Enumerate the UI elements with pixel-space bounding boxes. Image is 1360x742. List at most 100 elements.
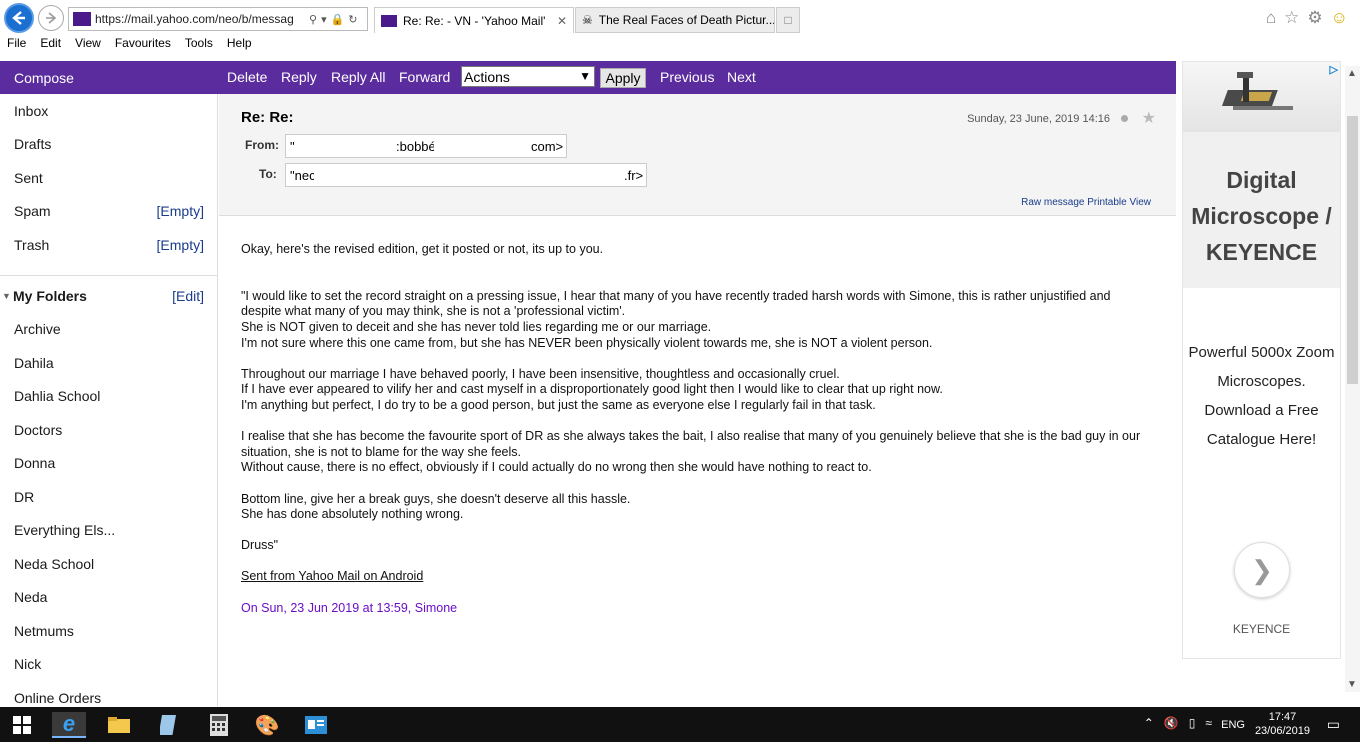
- folder-everything-else[interactable]: Everything Els...: [14, 522, 115, 538]
- menu-edit[interactable]: Edit: [33, 36, 68, 54]
- folder-neda[interactable]: Neda: [14, 589, 47, 605]
- menu-view[interactable]: View: [68, 36, 108, 54]
- menu-favourites[interactable]: Favourites: [108, 36, 178, 54]
- favorites-star-icon[interactable]: ☆: [1284, 8, 1299, 28]
- ad-title[interactable]: Digital Microscope / KEYENCE: [1183, 162, 1340, 270]
- refresh-icon[interactable]: ↻: [348, 13, 357, 26]
- sidebar-item-trash[interactable]: Trash: [14, 237, 49, 253]
- folder-doctors[interactable]: Doctors: [14, 422, 62, 438]
- my-folders-header[interactable]: My Folders: [13, 288, 87, 304]
- page-scrollbar[interactable]: ▲ ▼: [1345, 66, 1360, 692]
- clock[interactable]: 17:47 23/06/2019: [1255, 710, 1310, 738]
- address-bar[interactable]: https://mail.yahoo.com/neo/b/messag ⚲ ▾ …: [68, 7, 368, 31]
- message-header: Re: Re: Sunday, 23 June, 2019 14:16 ★ Fr…: [219, 94, 1176, 216]
- collapse-triangle-icon[interactable]: ▼: [2, 291, 11, 301]
- sidebar-item-inbox[interactable]: Inbox: [14, 103, 48, 119]
- tab-title: The Real Faces of Death Pictur...: [598, 13, 775, 27]
- forward-button[interactable]: [38, 5, 64, 31]
- ad-brand[interactable]: KEYENCE: [1183, 622, 1340, 636]
- reply-button[interactable]: Reply: [281, 69, 317, 85]
- volume-muted-icon[interactable]: 🔇: [1164, 716, 1179, 730]
- folder-netmums[interactable]: Netmums: [14, 623, 74, 639]
- menu-tools[interactable]: Tools: [178, 36, 220, 54]
- empty-spam-link[interactable]: [Empty]: [157, 203, 204, 219]
- delete-button[interactable]: Delete: [227, 69, 267, 85]
- actions-select[interactable]: Actions ▼: [461, 66, 595, 87]
- tab-other[interactable]: ☠ The Real Faces of Death Pictur...: [575, 7, 775, 33]
- edit-folders-link[interactable]: [Edit]: [172, 288, 204, 304]
- read-status-dot-icon[interactable]: [1121, 115, 1128, 122]
- back-button[interactable]: [4, 3, 34, 33]
- previous-button[interactable]: Previous: [660, 69, 714, 85]
- system-tray: ⌃ 🔇 ▯ ≈: [1144, 716, 1212, 730]
- ad-choices-icon[interactable]: ▷: [1330, 63, 1338, 76]
- compose-button[interactable]: Compose: [14, 70, 74, 86]
- scroll-down-icon[interactable]: ▼: [1347, 679, 1357, 690]
- outlook-app-icon[interactable]: [299, 712, 333, 738]
- apply-button[interactable]: Apply: [600, 68, 646, 88]
- file-explorer-icon[interactable]: [102, 712, 136, 738]
- chevron-down-icon: ▼: [579, 69, 591, 83]
- signature-link[interactable]: Sent from Yahoo Mail on Android: [241, 569, 1141, 585]
- wifi-icon[interactable]: ≈: [1205, 716, 1212, 730]
- forward-button[interactable]: Forward: [399, 69, 450, 85]
- printable-view-link[interactable]: Printable View: [1087, 197, 1151, 208]
- to-field[interactable]: "nec .fr>: [285, 163, 647, 187]
- sidebar-item-sent[interactable]: Sent: [14, 170, 43, 186]
- folder-neda-school[interactable]: Neda School: [14, 556, 94, 572]
- microscope-illustration-icon: [1221, 72, 1293, 110]
- notification-icon[interactable]: ▭: [1327, 716, 1340, 733]
- close-tab-icon[interactable]: ✕: [557, 14, 567, 28]
- scroll-up-icon[interactable]: ▲: [1347, 68, 1357, 79]
- search-icon[interactable]: ⚲: [309, 13, 317, 26]
- tray-chevron-up-icon[interactable]: ⌃: [1144, 716, 1154, 730]
- chevron-right-icon[interactable]: ❯: [1234, 542, 1290, 598]
- folder-dr[interactable]: DR: [14, 489, 34, 505]
- header-links: Raw message Printable View: [1021, 197, 1151, 208]
- from-value-start: ": [290, 139, 295, 154]
- message-date: Sunday, 23 June, 2019 14:16: [967, 113, 1110, 125]
- body-line: Bottom line, give her a break guys, she …: [241, 491, 631, 506]
- settings-gear-icon[interactable]: ⚙: [1307, 8, 1322, 28]
- home-icon[interactable]: ⌂: [1266, 8, 1276, 28]
- sidebar-item-spam[interactable]: Spam: [14, 203, 51, 219]
- quoted-message-header[interactable]: On Sun, 23 Jun 2019 at 13:59, Simone: [241, 601, 1141, 617]
- notepad-icon: [160, 715, 176, 735]
- folder-online-orders[interactable]: Online Orders: [14, 690, 101, 706]
- menu-file[interactable]: File: [0, 36, 33, 54]
- body-line: She has done absolutely nothing wrong.: [241, 507, 464, 522]
- dropdown-icon[interactable]: ▾: [321, 13, 327, 26]
- folder-dahlia-school[interactable]: Dahlia School: [14, 388, 100, 404]
- sidebar-item-drafts[interactable]: Drafts: [14, 136, 51, 152]
- empty-trash-link[interactable]: [Empty]: [157, 237, 204, 253]
- ad-panel[interactable]: ▷ Digital Microscope / KEYENCE Powerful …: [1182, 61, 1341, 659]
- windows-start-icon[interactable]: [5, 712, 39, 738]
- new-tab-button[interactable]: □: [776, 7, 800, 33]
- microscope-image[interactable]: [1183, 62, 1340, 132]
- paint-app-icon[interactable]: 🎨: [250, 712, 284, 738]
- raw-message-link[interactable]: Raw message: [1021, 197, 1084, 208]
- ad-description[interactable]: Powerful 5000x Zoom Microscopes. Downloa…: [1183, 338, 1340, 454]
- from-value-end: com>: [531, 139, 564, 154]
- language-indicator[interactable]: ENG: [1221, 719, 1245, 731]
- scrollbar-thumb[interactable]: [1347, 116, 1358, 384]
- tab-yahoo-mail[interactable]: Re: Re: - VN - 'Yahoo Mail' ✕: [374, 7, 574, 33]
- folder-dahila[interactable]: Dahila: [14, 355, 54, 371]
- battery-icon[interactable]: ▯: [1189, 716, 1196, 730]
- from-field[interactable]: " :bobbé com>: [285, 134, 567, 158]
- folder-archive[interactable]: Archive: [14, 321, 61, 337]
- menu-help[interactable]: Help: [220, 36, 259, 54]
- calculator-app-icon[interactable]: [202, 712, 236, 738]
- body-intro: Okay, here's the revised edition, get it…: [241, 242, 604, 256]
- star-icon[interactable]: ★: [1142, 108, 1156, 128]
- calculator-icon: [210, 714, 228, 736]
- reply-all-button[interactable]: Reply All: [331, 69, 385, 85]
- to-value-start: "nec: [290, 168, 316, 183]
- folder-donna[interactable]: Donna: [14, 455, 55, 471]
- folder-icon: [108, 717, 130, 733]
- notepad-app-icon[interactable]: [152, 712, 186, 738]
- internet-explorer-icon[interactable]: e: [52, 711, 86, 738]
- next-button[interactable]: Next: [727, 69, 756, 85]
- smiley-feedback-icon[interactable]: ☺: [1331, 8, 1348, 28]
- folder-nick[interactable]: Nick: [14, 656, 41, 672]
